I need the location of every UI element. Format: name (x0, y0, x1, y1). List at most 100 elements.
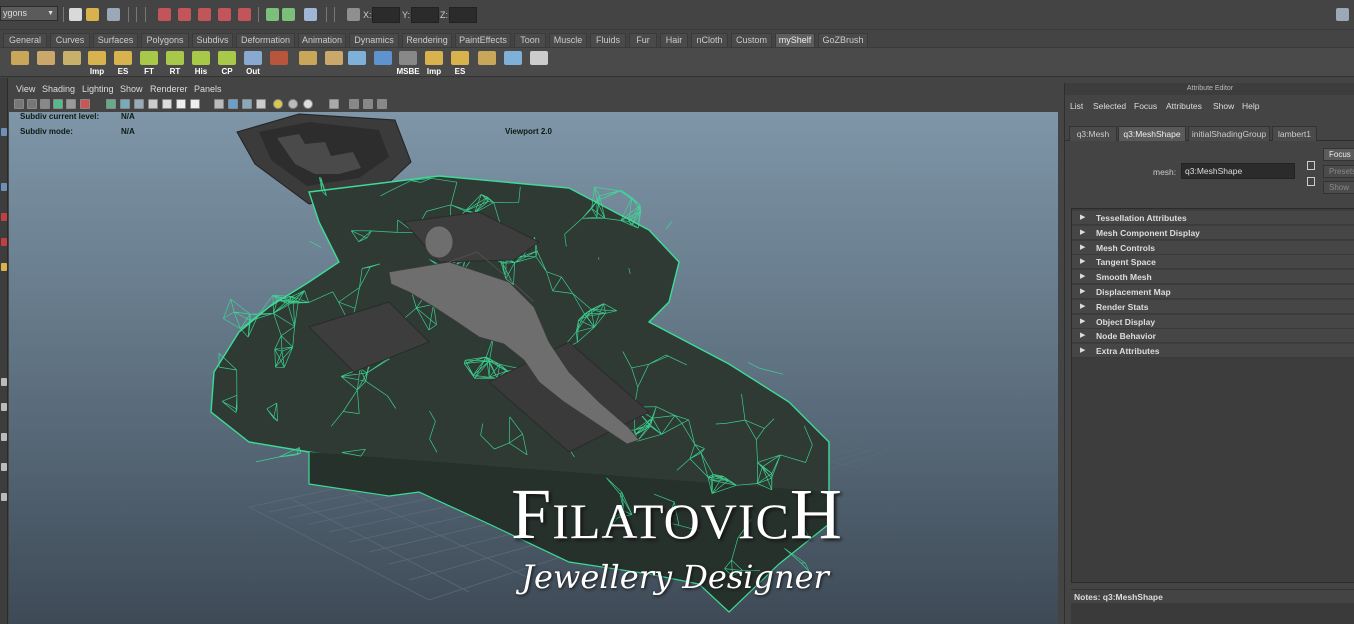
ae-menu-help[interactable]: Help (1242, 101, 1259, 111)
ae-section-node-behavior[interactable]: ▶ Node Behavior (1072, 329, 1354, 344)
render-settings-icon[interactable] (304, 8, 317, 21)
notes-field[interactable] (1071, 603, 1354, 624)
shelf-tab-ncloth[interactable]: nCloth (691, 33, 728, 47)
shelf-tab-fluids[interactable]: Fluids (590, 33, 626, 47)
absolute-transform-icon[interactable] (347, 8, 360, 21)
output-connection-icon[interactable] (1307, 177, 1315, 186)
shelf-tab-dynamics[interactable]: Dynamics (349, 33, 399, 47)
shelf-tab-toon[interactable]: Toon (514, 33, 546, 47)
shelf-tab-curves[interactable]: Curves (50, 33, 90, 47)
shelf-tab-polygons[interactable]: Polygons (141, 33, 189, 47)
sphere-white-icon[interactable] (303, 99, 313, 109)
bookmark-icon[interactable] (40, 99, 50, 109)
hud-icon[interactable] (329, 99, 339, 109)
shelf-button-plane[interactable] (322, 50, 346, 76)
viewport-menu-view[interactable]: View (16, 84, 35, 94)
camera-attributes-icon[interactable] (27, 99, 37, 109)
ae-menu-attributes[interactable]: Attributes (1166, 101, 1202, 111)
viewport-menu-shading[interactable]: Shading (42, 84, 75, 94)
ae-section-displacement-map[interactable]: ▶ Displacement Map (1072, 285, 1354, 299)
wireframe-on-shaded-icon[interactable] (134, 99, 144, 109)
shelf-button-brush[interactable] (527, 50, 551, 76)
ae-menu-focus[interactable]: Focus (1134, 101, 1157, 111)
cube-shade-icon[interactable] (228, 99, 238, 109)
textured-icon[interactable] (148, 99, 158, 109)
shelf-button-curve[interactable] (501, 50, 525, 76)
sphere-gray-icon[interactable] (288, 99, 298, 109)
ae-menu-show[interactable]: Show (1213, 101, 1234, 111)
film-gate-icon[interactable] (80, 99, 90, 109)
checker-icon[interactable] (256, 99, 266, 109)
viewport-menu-lighting[interactable]: Lighting (82, 84, 114, 94)
focus-button[interactable]: Focus (1323, 148, 1354, 161)
shelf-button-cp[interactable]: CP (215, 50, 239, 76)
show-button[interactable]: Show (1323, 181, 1354, 194)
shelf-button-bend[interactable] (371, 50, 395, 76)
open-scene-icon[interactable] (86, 8, 99, 21)
ae-section-render-stats[interactable]: ▶ Render Stats (1072, 299, 1354, 314)
isolate-icon[interactable] (214, 99, 224, 109)
shadows-icon[interactable] (176, 99, 186, 109)
select-component-icon[interactable] (198, 8, 211, 21)
snap-curve-icon[interactable] (238, 8, 251, 21)
shelf-tab-general[interactable]: General (3, 33, 47, 47)
cube-wire-icon[interactable] (242, 99, 252, 109)
shelf-button-imp[interactable]: Imp (85, 50, 109, 76)
shelf-button-sphere[interactable] (475, 50, 499, 76)
ae-tab-initialshadinggroup[interactable]: initialShadingGroup (1188, 126, 1270, 141)
shelf-button-es[interactable]: ES (111, 50, 135, 76)
rotate-tool-icon[interactable] (1, 213, 7, 221)
shelf-tab-subdivs[interactable]: Subdivs (192, 33, 233, 47)
shelf-tab-custom[interactable]: Custom (731, 33, 772, 47)
render-icon[interactable] (282, 8, 295, 21)
shelf-tab-gozbrush[interactable]: GoZBrush (818, 33, 868, 47)
select-tool-icon[interactable] (1, 128, 7, 136)
ae-tab-q3-mesh[interactable]: q3:Mesh (1069, 126, 1117, 141)
y-field[interactable] (411, 7, 439, 23)
smooth-shade-icon[interactable] (120, 99, 130, 109)
shelf-button-grid-cube[interactable] (60, 50, 84, 76)
wireframe-icon[interactable] (106, 99, 116, 109)
viewport-menu-panels[interactable]: Panels (194, 84, 222, 94)
shelf-button-msbe[interactable]: MSBE (396, 50, 420, 76)
ae-section-tessellation-attributes[interactable]: ▶ Tessellation Attributes (1072, 211, 1354, 225)
layout-four-icon[interactable] (1, 403, 7, 411)
shelf-button-es[interactable]: ES (448, 50, 472, 76)
shelf-tab-hair[interactable]: Hair (660, 33, 688, 47)
layout-side-icon[interactable] (1, 433, 7, 441)
shelf-tab-rendering[interactable]: Rendering (402, 33, 452, 47)
presets-button[interactable]: Presets (1323, 165, 1354, 178)
camera-select-icon[interactable] (14, 99, 24, 109)
ae-section-mesh-controls[interactable]: ▶ Mesh Controls (1072, 240, 1354, 255)
connect-icon[interactable] (377, 99, 387, 109)
ae-tab-lambert1[interactable]: lambert1 (1272, 126, 1317, 141)
image-plane-icon[interactable] (53, 99, 63, 109)
history-icon[interactable] (266, 8, 279, 21)
shelf-tab-myshelf[interactable]: myShelf (775, 33, 815, 47)
move-tool-icon[interactable] (1, 183, 7, 191)
scale-tool-icon[interactable] (1, 238, 7, 246)
shelf-button-ft[interactable]: FT (137, 50, 161, 76)
layout-graph-icon[interactable] (1, 493, 7, 501)
ae-section-extra-attributes[interactable]: ▶ Extra Attributes (1072, 344, 1354, 359)
viewport-menu-show[interactable]: Show (120, 84, 143, 94)
viewport-menu-renderer[interactable]: Renderer (150, 84, 188, 94)
shelf-button-cube-stack[interactable] (8, 50, 32, 76)
ae-section-tangent-space[interactable]: ▶ Tangent Space (1072, 255, 1354, 270)
grid-toggle-icon[interactable] (66, 99, 76, 109)
shelf-button-paint-cube[interactable] (34, 50, 58, 76)
shelf-button-lattice[interactable] (345, 50, 369, 76)
shelf-tab-painteffects[interactable]: PaintEffects (455, 33, 511, 47)
new-scene-icon[interactable] (69, 8, 82, 21)
ae-section-mesh-component-display[interactable]: ▶ Mesh Component Display (1072, 225, 1354, 240)
light-sphere-icon[interactable] (273, 99, 283, 109)
layout-single-icon[interactable] (1, 378, 7, 386)
ae-tab-q3-meshshape[interactable]: q3:MeshShape (1118, 126, 1186, 141)
shelf-tab-fur[interactable]: Fur (629, 33, 657, 47)
shelf-button-his[interactable]: His (189, 50, 213, 76)
ae-section-smooth-mesh[interactable]: ▶ Smooth Mesh (1072, 270, 1354, 285)
shelf-tab-surfaces[interactable]: Surfaces (93, 33, 138, 47)
ae-menu-list[interactable]: List (1070, 101, 1083, 111)
shelf-button-rt[interactable]: RT (163, 50, 187, 76)
ae-section-object-display[interactable]: ▶ Object Display (1072, 314, 1354, 329)
